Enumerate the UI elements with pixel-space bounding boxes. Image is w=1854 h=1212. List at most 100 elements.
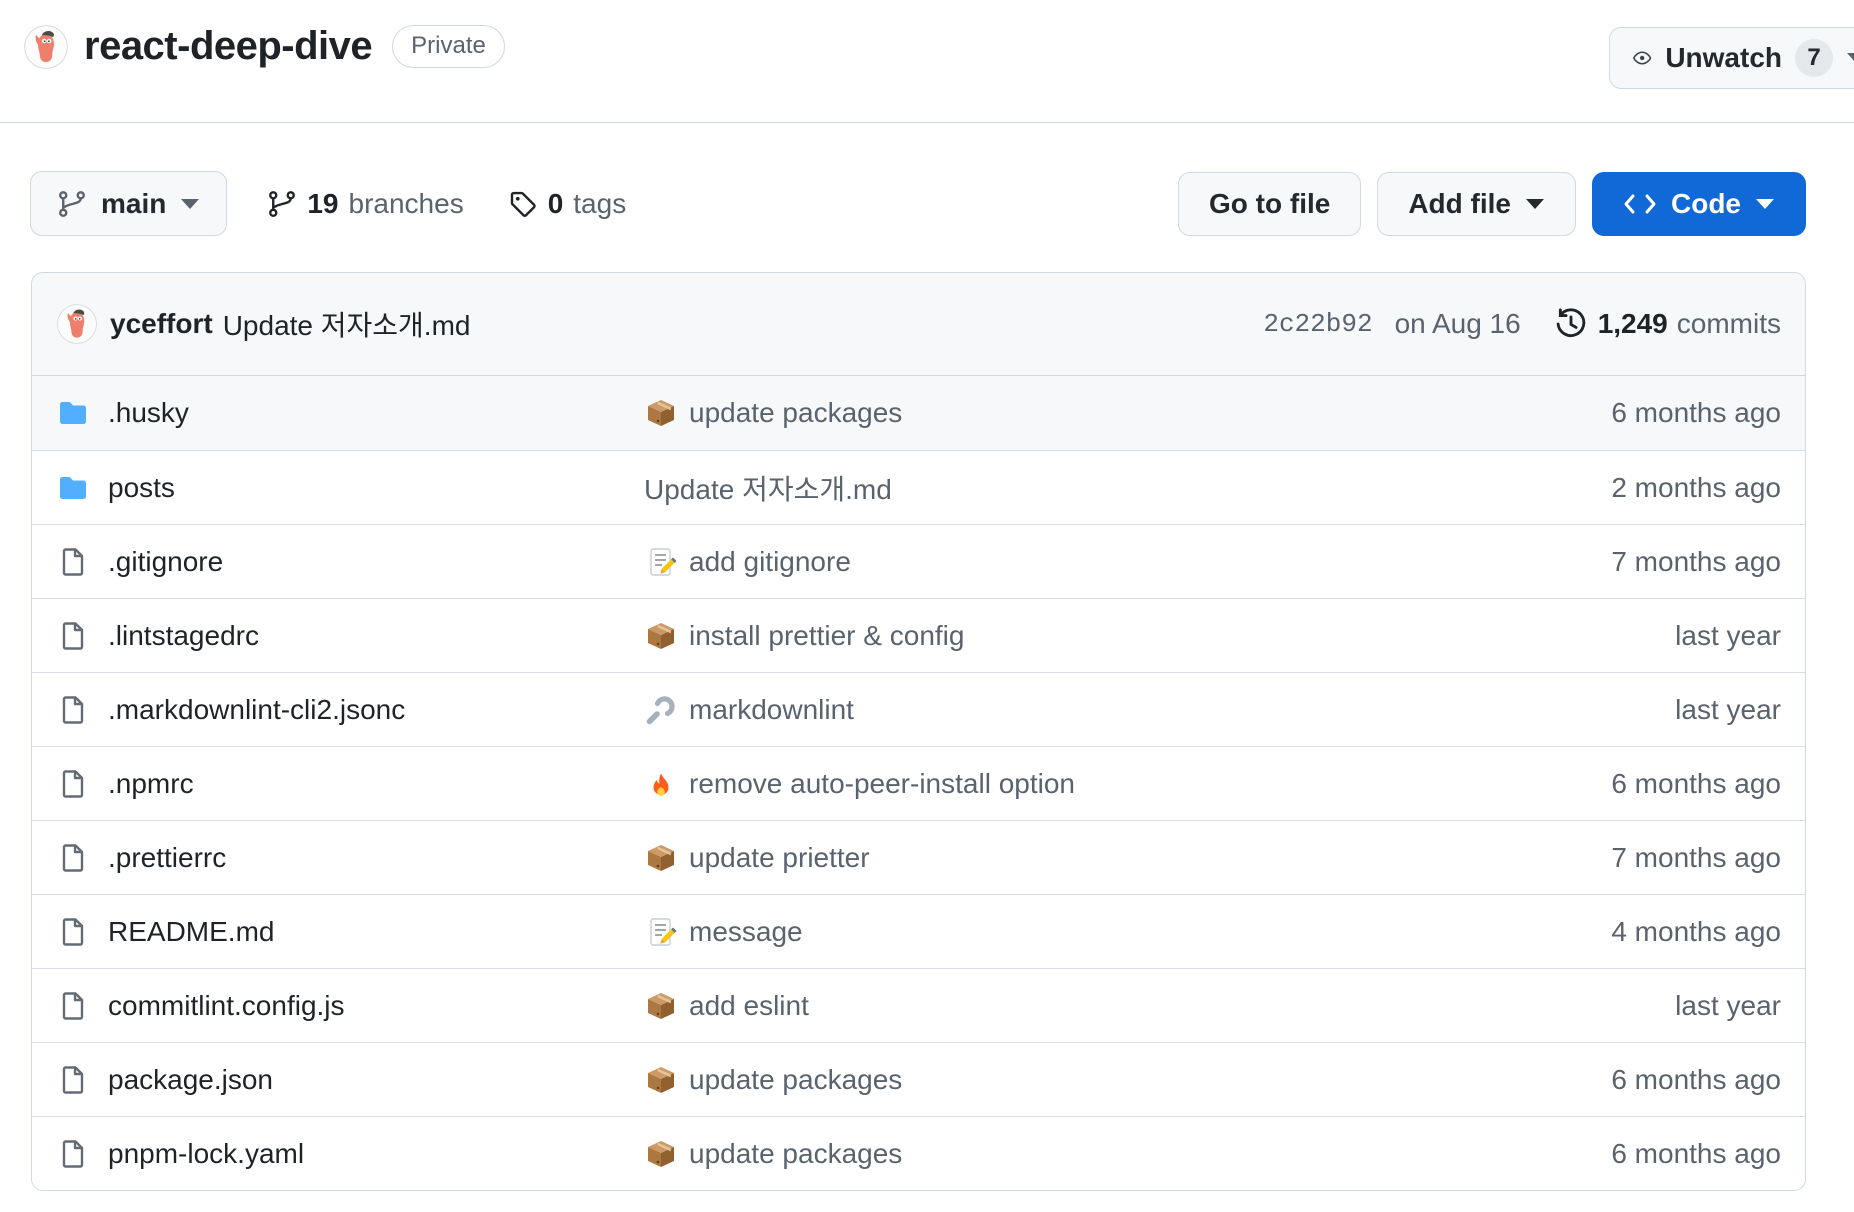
- file-icon: [57, 546, 89, 578]
- history-icon: [1553, 306, 1589, 342]
- commit-message-link[interactable]: update packages: [689, 1138, 902, 1170]
- package-emoji-icon: [645, 1064, 677, 1096]
- tags-count: 0: [548, 188, 564, 220]
- file-name-cell: posts: [32, 472, 644, 504]
- commit-headline-link[interactable]: Update 저자소개.md: [223, 304, 471, 344]
- commit-meta: 2c22b92 on Aug 16 1,249 commits: [1263, 306, 1781, 342]
- branches-count: 19: [307, 188, 338, 220]
- commit-message-link[interactable]: update packages: [689, 397, 902, 429]
- file-name-link[interactable]: README.md: [108, 916, 274, 948]
- file-icon: [57, 768, 89, 800]
- file-icon: [57, 842, 89, 874]
- file-name-link[interactable]: package.json: [108, 1064, 273, 1096]
- commit-age-link[interactable]: 6 months ago: [1611, 1138, 1781, 1169]
- commit-age-link[interactable]: 2 months ago: [1611, 472, 1781, 503]
- file-name-cell: .husky: [32, 397, 644, 429]
- code-button[interactable]: Code: [1592, 172, 1806, 236]
- file-icon: [57, 1064, 89, 1096]
- package-emoji-icon: [645, 397, 677, 429]
- file-name-link[interactable]: .lintstagedrc: [108, 620, 259, 652]
- git-branch-icon: [267, 189, 297, 219]
- table-row: README.md message 4 months ago: [32, 894, 1805, 968]
- commits-count: 1,249: [1598, 308, 1668, 340]
- commit-age-cell: last year: [1499, 990, 1805, 1022]
- commit-age-cell: 6 months ago: [1499, 768, 1805, 800]
- commit-message-cell: message: [644, 915, 1499, 949]
- branches-link[interactable]: 19 branches: [267, 188, 463, 220]
- file-name-cell: .npmrc: [32, 768, 644, 800]
- commit-emoji: [644, 545, 678, 579]
- toolbar-right: Go to file Add file Code: [1178, 171, 1806, 236]
- commit-message-link[interactable]: update packages: [689, 1064, 902, 1096]
- commit-age-link[interactable]: 6 months ago: [1611, 397, 1781, 428]
- visibility-badge: Private: [392, 25, 505, 68]
- table-row: .lintstagedrc install prettier & config …: [32, 598, 1805, 672]
- tags-link[interactable]: 0 tags: [508, 188, 627, 220]
- commits-label: commits: [1677, 308, 1781, 340]
- commit-sha-link[interactable]: 2c22b92: [1263, 309, 1372, 339]
- commit-message-link[interactable]: install prettier & config: [689, 620, 964, 652]
- file-name-link[interactable]: .husky: [108, 397, 189, 429]
- file-name-link[interactable]: commitlint.config.js: [108, 990, 345, 1022]
- unwatch-button[interactable]: Unwatch 7: [1609, 27, 1854, 89]
- commit-message-link[interactable]: update prietter: [689, 842, 870, 874]
- current-branch-label: main: [101, 188, 166, 220]
- commit-message-link[interactable]: add gitignore: [689, 546, 851, 578]
- commit-age-link[interactable]: 7 months ago: [1611, 546, 1781, 577]
- file-name-link[interactable]: posts: [108, 472, 175, 504]
- commit-age-cell: 7 months ago: [1499, 546, 1805, 578]
- branch-selector-button[interactable]: main: [30, 171, 227, 236]
- file-name-cell: .prettierrc: [32, 842, 644, 874]
- toolbar-left: main 19 branches 0: [30, 171, 626, 236]
- go-to-file-button[interactable]: Go to file: [1178, 172, 1361, 236]
- commit-message-cell: update packages: [644, 1063, 1499, 1097]
- chevron-down-icon: [1755, 198, 1775, 210]
- commit-message-cell: install prettier & config: [644, 619, 1499, 653]
- commit-age-link[interactable]: last year: [1675, 990, 1781, 1021]
- add-file-label: Add file: [1408, 188, 1511, 220]
- branches-label: branches: [349, 188, 464, 220]
- commit-history-link[interactable]: 1,249 commits: [1553, 306, 1781, 342]
- file-name-link[interactable]: .prettierrc: [108, 842, 226, 874]
- commit-emoji: [644, 915, 678, 949]
- commit-message-link[interactable]: remove auto-peer-install option: [689, 768, 1075, 800]
- commit-emoji: [644, 693, 678, 727]
- commit-age-cell: 6 months ago: [1499, 397, 1805, 429]
- commit-age-link[interactable]: 7 months ago: [1611, 842, 1781, 873]
- folder-icon: [57, 397, 89, 429]
- file-name-cell: .markdownlint-cli2.jsonc: [32, 694, 644, 726]
- file-name-link[interactable]: pnpm-lock.yaml: [108, 1138, 304, 1170]
- file-name-cell: commitlint.config.js: [32, 990, 644, 1022]
- commit-author-avatar[interactable]: [57, 304, 97, 344]
- file-name-link[interactable]: .npmrc: [108, 768, 194, 800]
- commit-age-link[interactable]: 6 months ago: [1611, 1064, 1781, 1095]
- table-row: posts Update 저자소개.md 2 months ago: [32, 450, 1805, 524]
- file-icon: [57, 916, 89, 948]
- commit-message-link[interactable]: markdownlint: [689, 694, 854, 726]
- commit-age-cell: 6 months ago: [1499, 1064, 1805, 1096]
- tag-icon: [508, 189, 538, 219]
- code-icon: [1623, 193, 1657, 215]
- commit-emoji: [644, 396, 678, 430]
- table-row: .npmrc remove auto-peer-install option 6…: [32, 746, 1805, 820]
- commit-age-cell: last year: [1499, 694, 1805, 726]
- commit-age-cell: last year: [1499, 620, 1805, 652]
- commit-age-cell: 6 months ago: [1499, 1138, 1805, 1170]
- file-name-link[interactable]: .markdownlint-cli2.jsonc: [108, 694, 405, 726]
- file-name-link[interactable]: .gitignore: [108, 546, 223, 578]
- github-repo-page: { "header": { "repo_name": "react-deep-d…: [0, 0, 1854, 1212]
- repo-title[interactable]: react-deep-dive: [84, 24, 372, 69]
- commit-age-link[interactable]: last year: [1675, 694, 1781, 725]
- table-row: .husky update packages 6 months ago: [32, 376, 1805, 450]
- commit-age-link[interactable]: last year: [1675, 620, 1781, 651]
- commit-author-link[interactable]: yceffort: [110, 308, 213, 340]
- commit-message-link[interactable]: Update 저자소개.md: [644, 468, 892, 508]
- commit-emoji: [644, 619, 678, 653]
- commit-emoji: [644, 989, 678, 1023]
- repo-owner-avatar[interactable]: [24, 25, 68, 69]
- commit-age-link[interactable]: 6 months ago: [1611, 768, 1781, 799]
- commit-message-link[interactable]: add eslint: [689, 990, 809, 1022]
- add-file-button[interactable]: Add file: [1377, 172, 1576, 236]
- commit-age-link[interactable]: 4 months ago: [1611, 916, 1781, 947]
- commit-message-link[interactable]: message: [689, 916, 803, 948]
